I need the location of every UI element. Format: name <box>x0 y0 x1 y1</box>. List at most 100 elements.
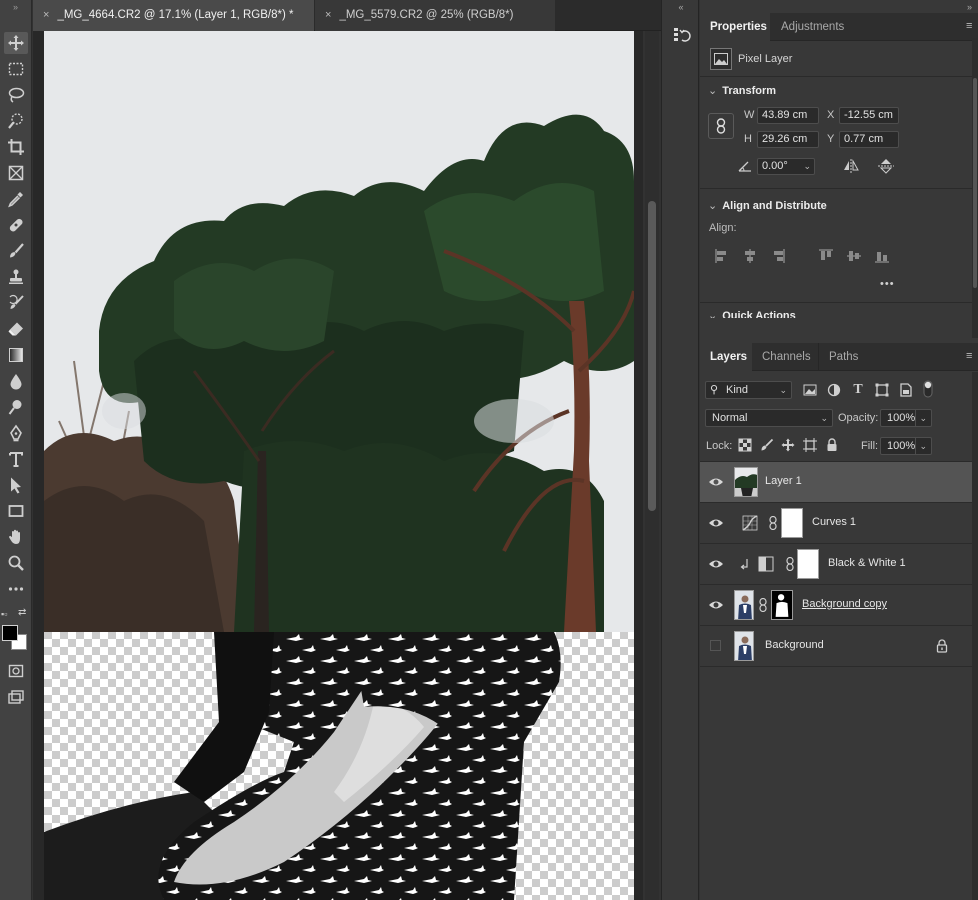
flip-horizontal-icon[interactable] <box>843 159 859 173</box>
angle-field[interactable]: 0.00° ⌄ <box>757 158 815 175</box>
panel-menu-icon[interactable]: ≡ <box>966 21 974 32</box>
scrollbar-thumb[interactable] <box>648 201 656 511</box>
filter-toggle-switch[interactable] <box>923 380 933 398</box>
tab-layers[interactable]: Layers <box>700 343 752 371</box>
filter-smart-object-icon[interactable] <box>898 382 914 398</box>
panel-menu-icon[interactable]: ≡ <box>966 351 974 362</box>
visibility-eye-icon[interactable] <box>708 557 724 571</box>
collapse-panels-icon[interactable]: » <box>967 2 972 12</box>
align-left-edges-icon[interactable] <box>714 248 730 264</box>
hand-icon[interactable] <box>4 526 28 548</box>
default-colors-icon[interactable]: ▪▫ <box>1 609 7 619</box>
lock-artboard-icon[interactable] <box>803 438 817 452</box>
lock-image-pixels-icon[interactable] <box>760 438 774 452</box>
layer-row-background-copy[interactable]: Background copy <box>700 585 972 626</box>
rectangle-icon[interactable] <box>4 500 28 522</box>
move-icon[interactable] <box>4 32 28 54</box>
eraser-icon[interactable] <box>4 318 28 340</box>
tab-properties[interactable]: Properties <box>700 13 770 41</box>
chevron-down-icon[interactable]: ⌄ <box>803 159 811 174</box>
more-options-button[interactable]: ••• <box>880 278 895 290</box>
flip-vertical-icon[interactable] <box>878 158 894 174</box>
y-field[interactable]: 0.77 cm <box>839 131 899 148</box>
mask-link-icon[interactable] <box>769 515 777 531</box>
tab-adjustments[interactable]: Adjustments <box>771 13 854 41</box>
document-canvas[interactable] <box>44 31 634 900</box>
marquee-icon[interactable] <box>4 58 28 80</box>
x-field[interactable]: -12.55 cm <box>839 107 899 124</box>
visibility-toggle-off[interactable] <box>710 640 721 651</box>
layer-name[interactable]: Background copy <box>802 598 887 610</box>
brush-icon[interactable] <box>4 240 28 262</box>
layers-scrollbar[interactable] <box>972 372 978 900</box>
layer-name[interactable]: Layer 1 <box>765 475 802 487</box>
eyedropper-icon[interactable] <box>4 188 28 210</box>
stamp-icon[interactable] <box>4 266 28 288</box>
dodge-icon[interactable] <box>4 396 28 418</box>
type-icon[interactable] <box>4 448 28 470</box>
screen-mode-icon[interactable] <box>4 686 28 708</box>
align-vertical-centers-icon[interactable] <box>846 248 862 264</box>
layer-row-background[interactable]: Background <box>700 626 972 667</box>
document-tab-active[interactable]: × _MG_4664.CR2 @ 17.1% (Layer 1, RGB/8*) … <box>33 0 314 31</box>
layer-name[interactable]: Background <box>765 639 824 651</box>
frame-icon[interactable] <box>4 162 28 184</box>
link-dimensions-button[interactable] <box>708 113 734 139</box>
more-tools-icon[interactable] <box>4 578 28 600</box>
close-tab-icon[interactable]: × <box>43 9 49 21</box>
mask-link-icon[interactable] <box>759 597 767 613</box>
scrollbar-thumb[interactable] <box>973 78 977 288</box>
layer-mask-thumbnail[interactable] <box>781 508 803 538</box>
align-section-header[interactable]: ⌄ Align and Distribute <box>708 198 827 214</box>
canvas-vertical-scrollbar[interactable] <box>645 31 659 900</box>
path-select-icon[interactable] <box>4 474 28 496</box>
history-brush-icon[interactable] <box>4 292 28 314</box>
filter-shape-icon[interactable] <box>874 382 890 398</box>
opacity-field[interactable]: 100% ⌄ <box>880 409 932 427</box>
healing-icon[interactable] <box>4 214 28 236</box>
width-field[interactable]: 43.89 cm <box>757 107 819 124</box>
quick-select-icon[interactable] <box>4 110 28 132</box>
mask-link-icon[interactable] <box>786 556 794 572</box>
chevron-down-icon[interactable]: ⌄ <box>915 410 927 426</box>
layer-name[interactable]: Curves 1 <box>812 516 856 528</box>
pen-icon[interactable] <box>4 422 28 444</box>
properties-scrollbar[interactable] <box>972 38 978 338</box>
quick-actions-section-header[interactable]: ⌄ Quick Actions <box>708 308 796 318</box>
lock-position-icon[interactable] <box>781 438 795 452</box>
canvas-area[interactable] <box>33 31 643 900</box>
layer-name[interactable]: Black & White 1 <box>828 557 906 569</box>
layer-row-curves-1[interactable]: Curves 1 <box>700 503 972 544</box>
visibility-eye-icon[interactable] <box>708 475 724 489</box>
lock-icon[interactable] <box>936 639 948 653</box>
gradient-icon[interactable] <box>4 344 28 366</box>
chevron-down-icon[interactable]: ⌄ <box>915 438 927 454</box>
zoom-icon[interactable] <box>4 552 28 574</box>
tab-channels[interactable]: Channels <box>752 343 821 371</box>
close-tab-icon[interactable]: × <box>325 9 331 21</box>
document-tab[interactable]: × _MG_5579.CR2 @ 25% (RGB/8*) <box>315 0 555 31</box>
lock-transparent-pixels-icon[interactable] <box>738 438 752 452</box>
history-panel-icon[interactable] <box>671 24 691 48</box>
align-right-edges-icon[interactable] <box>770 248 786 264</box>
layer-filter-kind-select[interactable]: ⚲ Kind ⌄ <box>705 381 792 399</box>
filter-pixel-icon[interactable] <box>802 382 818 398</box>
align-bottom-edges-icon[interactable] <box>874 248 890 264</box>
quick-mask-icon[interactable] <box>4 660 28 682</box>
layer-mask-thumbnail[interactable] <box>797 549 819 579</box>
layer-row-layer-1[interactable]: Layer 1 <box>700 462 972 503</box>
foreground-color-swatch[interactable] <box>2 625 18 641</box>
visibility-eye-icon[interactable] <box>708 598 724 612</box>
blend-mode-select[interactable]: Normal ⌄ <box>705 409 833 427</box>
layer-row-black-white-1[interactable]: Black & White 1 <box>700 544 972 585</box>
fill-field[interactable]: 100% ⌄ <box>880 437 932 455</box>
visibility-eye-icon[interactable] <box>708 516 724 530</box>
align-top-edges-icon[interactable] <box>818 248 834 264</box>
filter-type-icon[interactable]: T <box>850 382 866 398</box>
height-field[interactable]: 29.26 cm <box>757 131 819 148</box>
lasso-icon[interactable] <box>4 84 28 106</box>
transform-section-header[interactable]: ⌄ Transform <box>708 83 776 99</box>
tab-paths[interactable]: Paths <box>818 343 868 371</box>
layer-mask-thumbnail[interactable] <box>771 590 793 620</box>
crop-icon[interactable] <box>4 136 28 158</box>
